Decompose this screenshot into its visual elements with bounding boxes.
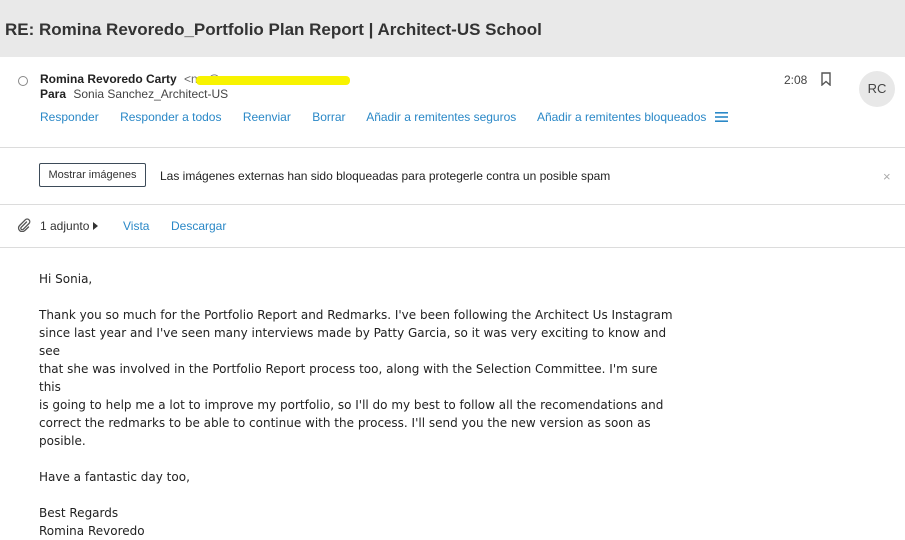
body-line: since last year and I've seen many inter…: [39, 326, 667, 358]
body-line: is going to help me a lot to improve my …: [39, 398, 664, 412]
body-line: correct the redmarks to be able to conti…: [39, 416, 651, 430]
recipient-line: Para Sonia Sanchez_Architect-US: [40, 87, 228, 101]
body-line: posible.: [39, 434, 86, 448]
reply-button[interactable]: Responder: [40, 110, 99, 124]
add-safe-sender-button[interactable]: Añadir a remitentes seguros: [366, 110, 516, 124]
view-attachment-link[interactable]: Vista: [123, 219, 149, 233]
add-blocked-sender-button[interactable]: Añadir a remitentes bloqueados: [537, 110, 706, 124]
subject-bar: RE: Romina Revoredo_Portfolio Plan Repor…: [0, 0, 905, 57]
attachment-count[interactable]: 1 adjunto: [40, 219, 89, 233]
select-radio[interactable]: [18, 76, 28, 86]
greeting: Hi Sonia,: [39, 272, 93, 286]
body-line: that she was involved in the Portfolio R…: [39, 362, 658, 394]
blocked-images-notice: Las imágenes externas han sido bloqueada…: [160, 169, 611, 183]
close-notice-icon[interactable]: ×: [883, 169, 891, 184]
email-body: Hi Sonia, Thank you so much for the Port…: [39, 270, 679, 540]
closing-wish: Have a fantastic day too,: [39, 470, 190, 484]
show-images-button[interactable]: Mostrar imágenes: [39, 163, 146, 187]
avatar[interactable]: RC: [859, 71, 895, 107]
download-attachment-link[interactable]: Descargar: [171, 219, 226, 233]
expand-attachments-icon[interactable]: [93, 222, 98, 230]
paperclip-icon: [17, 218, 31, 232]
delete-button[interactable]: Borrar: [312, 110, 345, 124]
sender-line: Romina Revoredo Carty <n...@...m>: [40, 72, 351, 86]
forward-button[interactable]: Reenviar: [243, 110, 291, 124]
email-subject: RE: Romina Revoredo_Portfolio Plan Repor…: [5, 20, 542, 39]
sender-name[interactable]: Romina Revoredo Carty: [40, 72, 177, 86]
recipient-name[interactable]: Sonia Sanchez_Architect-US: [73, 87, 228, 101]
email-time: 2:08: [784, 73, 808, 87]
divider: [0, 247, 905, 248]
sender-email: <n...@...m>: [184, 72, 351, 86]
flag-icon[interactable]: [820, 72, 832, 86]
action-bar: Responder Responder a todos Reenviar Bor…: [40, 110, 724, 124]
signature: Romina Revoredo: [39, 524, 145, 538]
divider: [0, 147, 905, 148]
redaction-highlight: [196, 76, 351, 85]
reply-all-button[interactable]: Responder a todos: [120, 110, 221, 124]
divider: [0, 204, 905, 205]
body-line: Thank you so much for the Portfolio Repo…: [39, 308, 673, 322]
more-menu-icon[interactable]: [715, 111, 728, 123]
to-label: Para: [40, 87, 67, 101]
